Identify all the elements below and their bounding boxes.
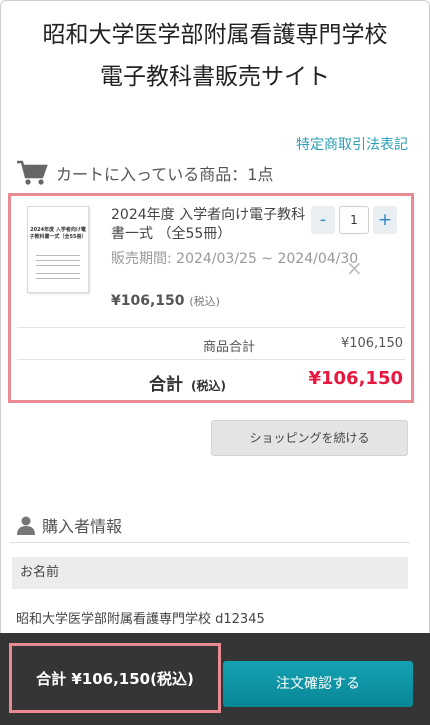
buyer-heading: 購入者情報 bbox=[16, 513, 122, 537]
page-title: 昭和大学医学部附属看護専門学校 電子教科書販売サイト bbox=[0, 14, 430, 98]
thumbnail-title: 2024年度 入学者向け電子教科書一式（全55冊） bbox=[29, 227, 87, 240]
thumbnail-line bbox=[36, 260, 80, 261]
divider bbox=[10, 542, 410, 543]
confirm-order-button[interactable]: 注文確認する bbox=[223, 661, 413, 707]
user-icon bbox=[17, 516, 35, 535]
total-label-note: (税込) bbox=[191, 379, 226, 393]
title-line-2: 電子教科書販売サイト bbox=[100, 64, 330, 90]
product-price-value: ¥106,150 bbox=[111, 293, 185, 309]
thumbnail-line bbox=[36, 265, 80, 266]
quantity-input[interactable]: 1 bbox=[339, 206, 369, 234]
checkout-footer: 合計 ¥106,150(税込) 注文確認する bbox=[0, 633, 430, 725]
name-label: お名前 bbox=[12, 557, 408, 589]
legal-notice-link[interactable]: 特定商取引法表記 bbox=[296, 134, 408, 154]
divider bbox=[17, 359, 405, 360]
quantity-plus-button[interactable]: + bbox=[373, 206, 397, 234]
title-line-1: 昭和大学医学部附属看護専門学校 bbox=[42, 22, 388, 48]
cart-heading: カートに入っている商品：1点 bbox=[16, 160, 273, 186]
continue-shopping-button[interactable]: ショッピングを続ける bbox=[211, 420, 408, 456]
thumbnail-line bbox=[36, 278, 80, 279]
product-name: 2024年度 入学者向け電子教科書一式 （全55冊） bbox=[111, 207, 306, 242]
product-price-note: (税込) bbox=[189, 295, 220, 308]
cart-heading-text: カートに入っている商品：1点 bbox=[56, 165, 274, 184]
thumbnail-line bbox=[36, 273, 80, 274]
subtotal-label: 商品合計 bbox=[203, 340, 256, 355]
quantity-minus-button[interactable]: - bbox=[311, 206, 335, 234]
sale-period: 販売期間: 2024/03/25 ~ 2024/04/30 bbox=[111, 251, 359, 267]
buyer-heading-text: 購入者情報 bbox=[42, 517, 123, 536]
quantity-stepper: - 1 + bbox=[311, 206, 397, 234]
cart-item-box: 2024年度 入学者向け電子教科書一式（全55冊） 2024年度 入学者向け電子… bbox=[8, 193, 414, 403]
product-thumbnail[interactable]: 2024年度 入学者向け電子教科書一式（全55冊） bbox=[27, 206, 89, 293]
total-label-text: 合計 bbox=[149, 375, 183, 395]
product-price: ¥106,150 (税込) bbox=[111, 293, 220, 309]
name-value: 昭和大学医学部附属看護専門学校 d12345 bbox=[16, 612, 265, 627]
thumbnail-line bbox=[36, 255, 80, 256]
footer-total: 合計 ¥106,150(税込) bbox=[9, 643, 221, 713]
total-label: 合計 (税込) bbox=[149, 370, 226, 395]
cart-icon bbox=[17, 160, 48, 185]
subtotal-value: ¥106,150 bbox=[340, 336, 403, 351]
divider bbox=[17, 327, 405, 328]
remove-item-icon[interactable]: × bbox=[346, 256, 363, 280]
total-value: ¥106,150 bbox=[308, 368, 403, 389]
